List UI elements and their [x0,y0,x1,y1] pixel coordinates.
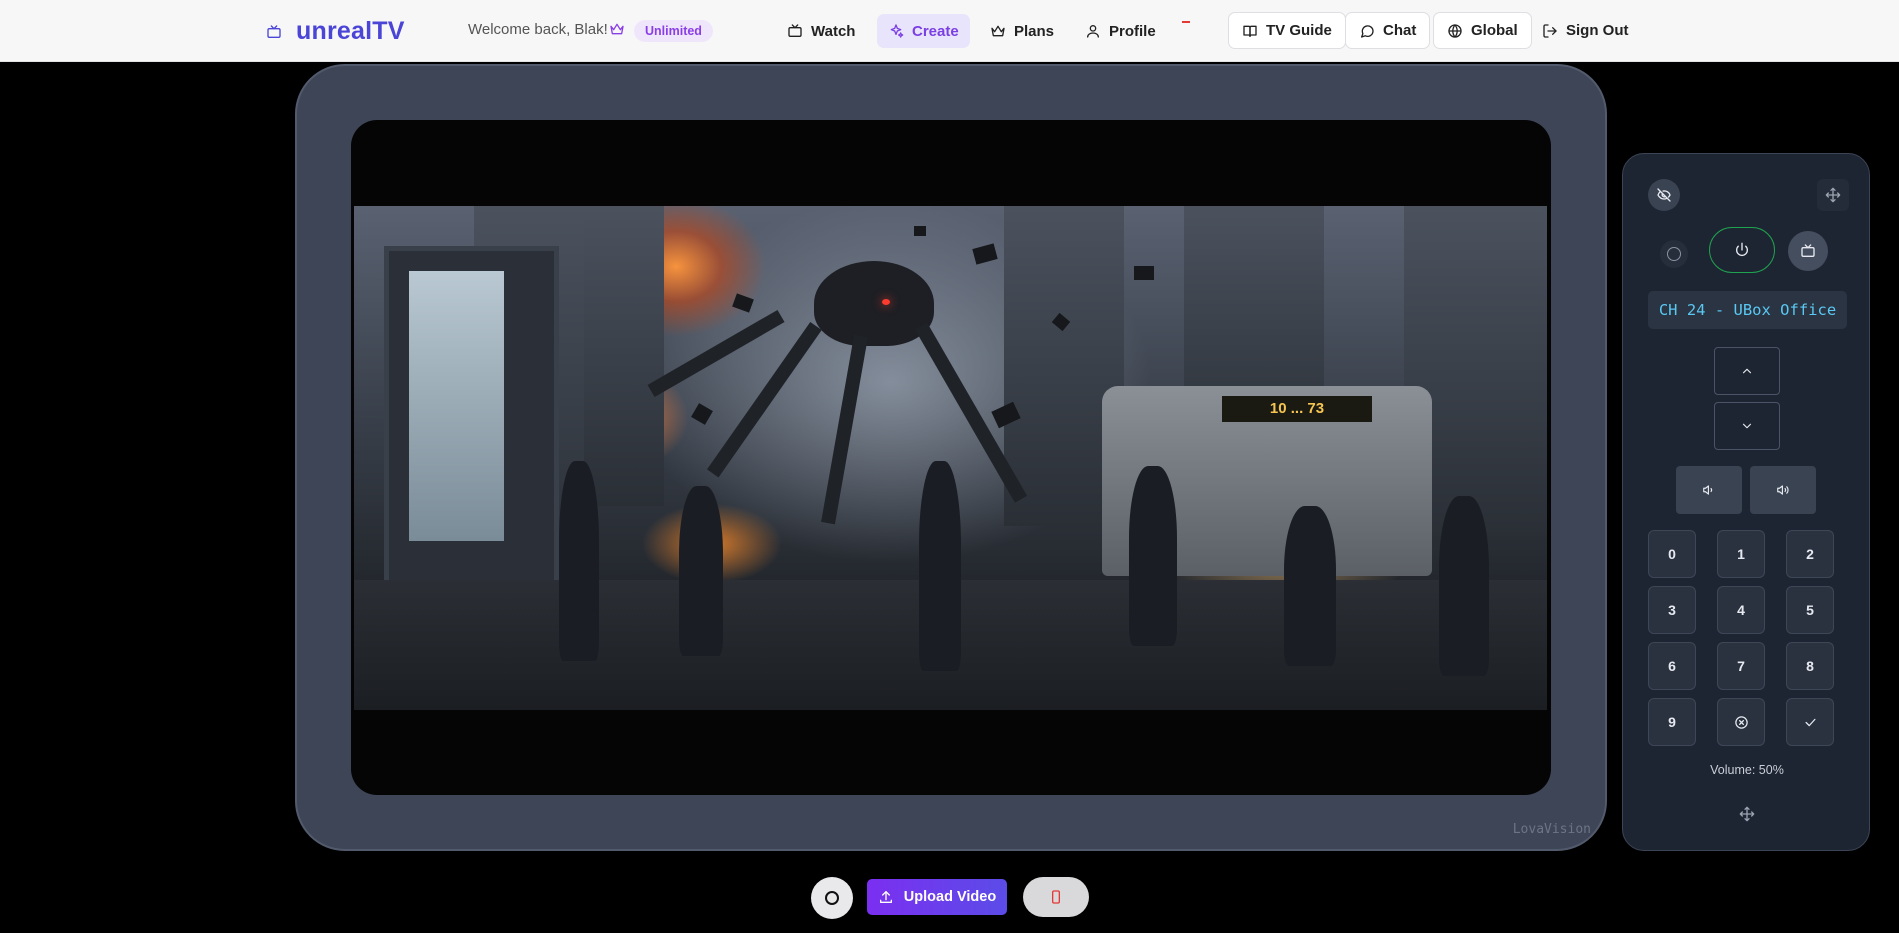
key-6-button[interactable]: 6 [1648,642,1696,690]
debris [732,293,754,313]
upload-icon [879,891,892,903]
chat-label: Chat [1383,22,1417,39]
debris [914,226,926,236]
nav-create-label: Create [912,22,959,40]
logo[interactable]: unrealTV [266,17,405,46]
plan-badge: Unlimited [634,20,713,42]
key-9-button[interactable]: 9 [1648,698,1696,746]
hide-remote-button[interactable] [1648,179,1680,211]
top-navbar: unrealTV Welcome back, Blak! Unlimited W… [0,0,1899,62]
chevron-up-icon [1742,368,1752,374]
nav-profile-label: Profile [1109,22,1156,40]
tv-guide-label: TV Guide [1266,22,1332,39]
power-button[interactable] [1709,227,1775,273]
building [584,206,664,506]
global-button[interactable]: Global [1433,12,1532,49]
global-label: Global [1471,22,1518,39]
key-8-button[interactable]: 8 [1786,642,1834,690]
key-1-button[interactable]: 1 [1717,530,1765,578]
mobile-remote-button[interactable] [1023,877,1089,917]
nav-watch[interactable]: Watch [776,14,866,48]
chat-icon [1361,24,1374,38]
logout-icon [1543,23,1557,38]
power-icon [1736,242,1748,257]
key-4-button[interactable]: 4 [1717,586,1765,634]
channel-display: CH 24 - UBox Office [1648,291,1847,329]
notification-indicator [1182,21,1190,23]
phone-icon [1052,890,1060,904]
person [1284,506,1336,666]
robot-leg [821,334,868,525]
robot-eye [882,299,890,305]
move-icon [1825,187,1841,203]
tv-brand: LovaVision [1512,822,1591,837]
drag-handle-button[interactable] [1732,799,1762,829]
confirm-button[interactable] [1786,698,1834,746]
user-icon [1087,25,1099,38]
record-toggle-button[interactable] [811,877,853,919]
move-icon [1739,806,1755,822]
person [679,486,723,656]
globe-icon [1448,23,1462,38]
tv-icon [1801,244,1815,257]
tv-screen: 10 ... 73 [351,120,1551,795]
remote-control: CH 24 - UBox Office 0 1 2 3 4 5 6 7 8 9 … [1622,153,1870,851]
robot-leg [647,309,785,398]
person [919,461,961,671]
sign-out-label: Sign Out [1566,22,1629,39]
key-5-button[interactable]: 5 [1786,586,1834,634]
circle-icon [825,891,839,905]
welcome-text: Welcome back, Blak! [468,21,608,38]
circle-x-icon [1734,715,1748,729]
kiosk-window [409,271,504,541]
drag-handle-button[interactable] [1817,179,1849,211]
crown-icon [991,25,1005,37]
channel-down-button[interactable] [1714,402,1780,450]
tv-icon [788,24,802,37]
book-icon [1243,25,1257,37]
person [1129,466,1177,646]
video-frame[interactable]: 10 ... 73 [354,206,1547,710]
sign-out-button[interactable]: Sign Out [1529,12,1642,49]
bus-sign: 10 ... 73 [1222,396,1372,422]
key-3-button[interactable]: 3 [1648,586,1696,634]
nav-watch-label: Watch [811,22,856,40]
key-2-button[interactable]: 2 [1786,530,1834,578]
key-0-button[interactable]: 0 [1648,530,1696,578]
robot-head [814,261,934,346]
debris [691,403,713,425]
nav-create[interactable]: Create [877,14,970,48]
tv-icon [267,24,281,38]
upload-video-button[interactable]: Upload Video [867,879,1007,915]
nav-plans[interactable]: Plans [979,14,1065,48]
debris [972,243,998,265]
sparkles-icon [890,24,904,38]
key-7-button[interactable]: 7 [1717,642,1765,690]
tv-frame: 10 ... 73 LovaVision [295,64,1607,851]
clear-button[interactable] [1717,698,1765,746]
volume-down-button[interactable] [1676,466,1742,514]
eye-off-icon [1657,188,1671,202]
upload-video-label: Upload Video [903,889,997,905]
logo-text: unrealTV [296,17,405,45]
crown-icon [610,23,624,35]
volume-readout: Volume: 50% [1710,763,1784,777]
circle-icon [1667,247,1681,261]
chevron-down-icon [1742,423,1752,429]
nav-profile[interactable]: Profile [1074,14,1167,48]
check-icon [1805,718,1815,726]
person [559,461,599,661]
volume-up-icon [1777,485,1789,495]
volume-down-icon [1703,485,1713,495]
channel-up-button[interactable] [1714,347,1780,395]
tv-guide-button[interactable]: TV Guide [1228,12,1346,49]
volume-up-button[interactable] [1750,466,1816,514]
chat-button[interactable]: Chat [1345,12,1431,49]
nav-plans-label: Plans [1014,22,1055,40]
person [1439,496,1489,676]
debris [1134,266,1154,280]
record-button[interactable] [1660,240,1688,268]
tv-mode-button[interactable] [1788,231,1828,271]
